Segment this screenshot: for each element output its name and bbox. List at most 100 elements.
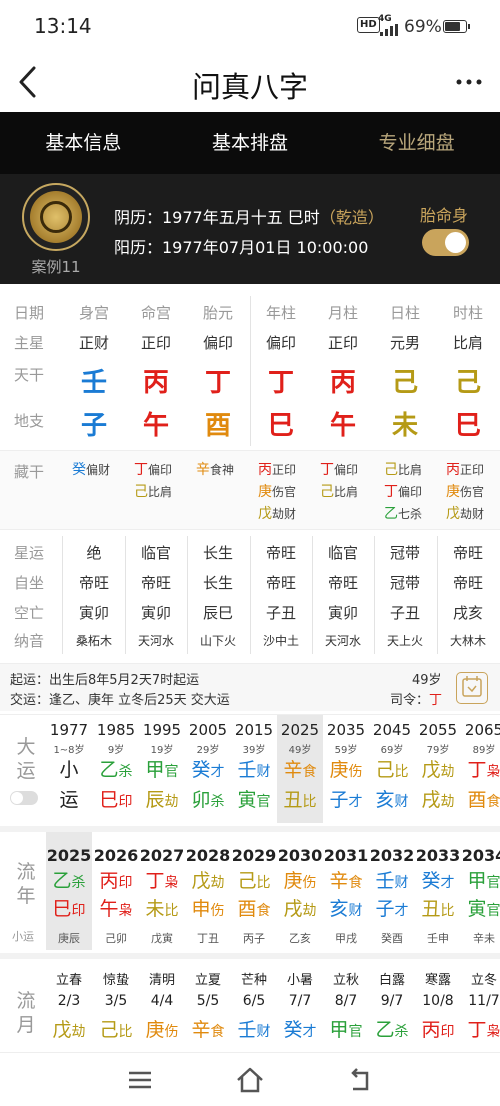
pillar-tiangan: 丙	[329, 368, 356, 398]
solar-term: 立秋	[332, 973, 359, 988]
ganzhi-char: 寅	[237, 789, 257, 811]
calendar-icon[interactable]	[456, 672, 488, 704]
more-options-icon[interactable]	[452, 68, 486, 96]
liuyue-column[interactable]: 小暑 7/7 癸才	[277, 959, 323, 1053]
ganzhi: 酉食	[231, 896, 277, 924]
liunian-column[interactable]: 2033 癸才 丑比 壬申	[415, 832, 461, 950]
solar-term: 寒露	[424, 973, 451, 988]
star-fortune-cell: 帝旺	[265, 544, 296, 562]
liunian-column[interactable]: 2034 甲官寅官辛未	[461, 832, 500, 950]
dayun-heading: 大运	[8, 735, 44, 783]
liuyue-column[interactable]: 寒露 10/8 丙印	[415, 959, 461, 1053]
pillar-name: 时柱	[452, 304, 483, 322]
hidden-stem: 戊劫财	[446, 503, 484, 523]
liuyue-column[interactable]: 惊蛰 3/5 己比	[93, 959, 139, 1053]
liunian-column[interactable]: 2026 丙印 午枭 己卯	[93, 832, 139, 950]
tab-basic-info[interactable]: 基本信息	[0, 112, 167, 174]
ten-god: 才	[302, 1024, 317, 1040]
star-fortune-cell: 绝	[86, 544, 102, 562]
liuyue-column[interactable]: 立夏 5/5 辛食	[185, 959, 231, 1053]
liuyue-column[interactable]: 立秋 8/7 甲官	[323, 959, 369, 1053]
ganzhi-char: 酉	[467, 789, 487, 811]
ten-god: 财	[256, 1024, 271, 1040]
liunian-column[interactable]: 2025 乙杀 巳印 庚辰	[46, 832, 92, 950]
hidden-stem-god: 七杀	[398, 507, 423, 521]
dayun-column[interactable]: 2065 89岁 丁枭 酉食	[461, 715, 500, 823]
liuyue-column[interactable]: 芒种 6/5 壬财	[231, 959, 277, 1053]
home-icon[interactable]	[235, 1065, 265, 1095]
siling: 司令：丁	[390, 689, 442, 708]
liunian-column[interactable]: 2029 己比 酉食 丙子	[231, 832, 277, 950]
dayun-age: 89岁	[472, 745, 496, 756]
dayun-column[interactable]: 2055 79岁 戊劫 戌劫	[415, 715, 461, 823]
dayun-column[interactable]: 1977 1~8岁小运	[46, 715, 92, 823]
pillar-name: 日柱	[389, 304, 420, 322]
ganzhi-char: 辰	[145, 789, 165, 811]
dayun-column[interactable]: 2005 29岁 癸才 卯杀	[185, 715, 231, 823]
dayun-column[interactable]: 1995 19岁 甲官 辰劫	[139, 715, 185, 823]
ten-god: 伤	[210, 903, 225, 919]
hidden-stem-char: 戊	[258, 506, 272, 522]
ten-god: 才	[348, 794, 363, 810]
ten-god: 食	[348, 875, 363, 891]
ten-god: 伤	[348, 764, 363, 780]
solar-term: 立春	[55, 973, 82, 988]
ganzhi-char: 运	[59, 789, 79, 811]
ganzhi: 运	[46, 787, 92, 813]
hidden-stem-char: 丁	[384, 484, 398, 500]
dayun-column[interactable]: 1985 9岁 乙杀 巳印	[93, 715, 139, 823]
hidden-stem-char: 己	[320, 484, 334, 500]
solar-term-date: 8/7	[334, 993, 358, 1009]
tab-pro-chart[interactable]: 专业细盘	[333, 112, 500, 174]
pillar-tiangan: 壬	[80, 368, 107, 398]
liunian-column[interactable]: 2032 壬财 子才 癸酉	[369, 832, 415, 950]
pillar-tiangan: 丁	[204, 368, 231, 398]
dayun-column[interactable]: 2025 49岁 辛食 丑比	[277, 715, 323, 823]
pillar-tiangan: 丁	[267, 368, 294, 398]
liunian-year: 2027	[139, 846, 185, 865]
solar-term-date: 7/7	[288, 993, 312, 1009]
battery-percent: 69%	[404, 17, 442, 37]
star-fortune-cell: 寅卯	[140, 604, 171, 622]
ten-god: 劫	[71, 1024, 86, 1040]
menu-icon[interactable]	[125, 1065, 155, 1095]
ganzhi-char: 亥	[375, 789, 395, 811]
tab-basic-chart[interactable]: 基本排盘	[167, 112, 334, 174]
ganzhi: 丙印	[93, 868, 139, 896]
liuyue-column[interactable]: 立春 2/3 戊劫	[46, 959, 92, 1053]
ten-god: 杀	[118, 764, 133, 780]
dayun-column[interactable]: 2035 59岁 庚伤 子才	[323, 715, 369, 823]
hidden-stem-char: 戊	[446, 506, 460, 522]
ganzhi: 己比	[231, 868, 277, 896]
ganzhi-char: 乙	[52, 870, 72, 892]
ganzhi: 寅官	[231, 787, 277, 815]
hidden-stem: 己比肩	[384, 459, 422, 479]
ganzhi: 未比	[139, 896, 185, 924]
pillar-name: 年柱	[265, 304, 296, 322]
back-icon[interactable]	[345, 1065, 375, 1095]
liuyue-heading-2: 月	[16, 1014, 36, 1036]
liuyue-column[interactable]: 白露 9/7 乙杀	[369, 959, 415, 1053]
dayun-toggle[interactable]	[10, 791, 38, 805]
liunian-column[interactable]: 2028 戊劫 申伤 丁丑	[185, 832, 231, 950]
taimingshen-toggle[interactable]	[422, 229, 469, 256]
liunian-column[interactable]: 2027 丁枭 未比 戊寅	[139, 832, 185, 950]
hidden-stem-char: 辛	[196, 462, 210, 478]
solar-term-date: 3/5	[104, 993, 128, 1009]
liuyue-section: 流月 立春 2/3 戊劫 惊蛰 3/5 己比 清明 4/4 庚伤 立夏 5/5 辛食 芒种 6/5 壬财 小暑…	[0, 953, 500, 1053]
ganzhi: 癸才	[277, 1017, 323, 1045]
dayun-column[interactable]: 2015 39岁 壬财 寅官	[231, 715, 277, 823]
liuyue-column[interactable]: 清明 4/4 庚伤	[139, 959, 185, 1053]
hidden-stem-char: 丁	[134, 462, 148, 478]
xiaoyun-ganzhi: 丙子	[243, 932, 265, 945]
liunian-column[interactable]: 2030 庚伤 戌劫 乙亥	[277, 832, 323, 950]
liunian-year: 2030	[277, 846, 323, 865]
liunian-column[interactable]: 2031 辛食 亥财 甲戌	[323, 832, 369, 950]
ten-god: 比	[256, 875, 271, 891]
hidden-stem-char: 庚	[446, 484, 460, 500]
ganzhi: 丑比	[277, 787, 323, 815]
siling-value: 丁	[429, 693, 443, 708]
liuyue-column[interactable]: 立冬 11/7 丁枭	[461, 959, 500, 1053]
dayun-column[interactable]: 2045 69岁 己比 亥财	[369, 715, 415, 823]
liuyue-heading: 流月	[8, 989, 44, 1037]
